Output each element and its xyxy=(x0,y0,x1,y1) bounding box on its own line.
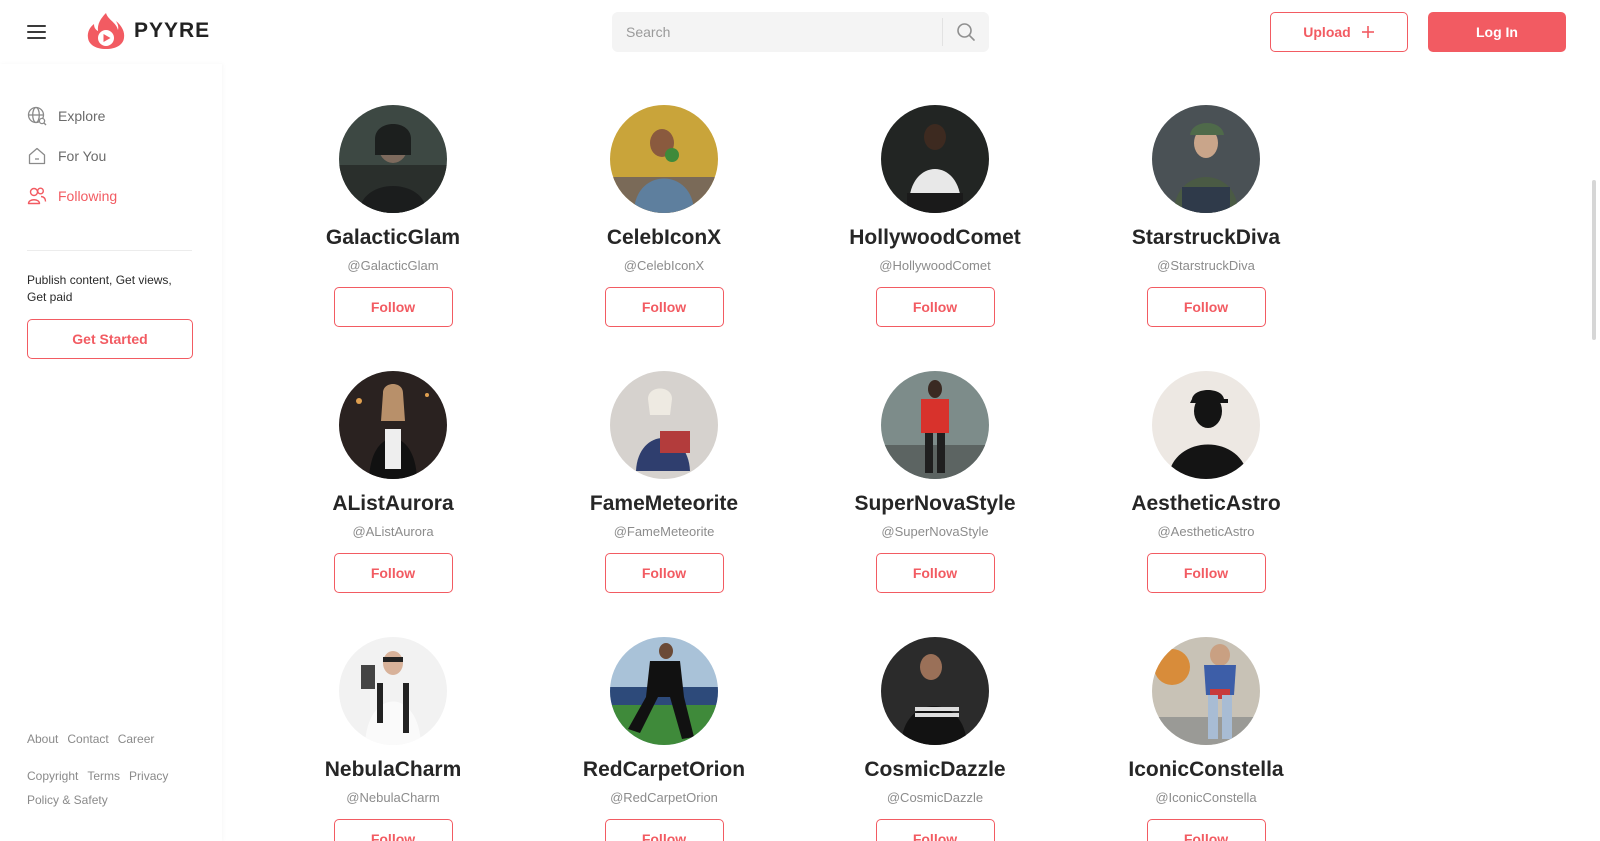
creator-card: AestheticAstro @AestheticAstro Follow xyxy=(1091,371,1321,593)
avatar[interactable] xyxy=(339,371,447,479)
avatar[interactable] xyxy=(881,105,989,213)
avatar[interactable] xyxy=(610,105,718,213)
top-header: PYYRE Upload Log In xyxy=(0,0,1600,64)
creator-handle: @StarstruckDiva xyxy=(1157,258,1255,273)
creator-name[interactable]: AestheticAstro xyxy=(1091,491,1321,517)
search-input[interactable] xyxy=(612,12,942,52)
avatar[interactable] xyxy=(1152,637,1260,745)
creator-card: CelebIconX @CelebIconX Follow xyxy=(549,105,779,327)
sidebar-item-following[interactable]: Following xyxy=(27,186,117,206)
creator-name[interactable]: CosmicDazzle xyxy=(820,757,1050,783)
globe-icon xyxy=(27,106,47,126)
creator-card: AListAurora @AListAurora Follow xyxy=(278,371,508,593)
creator-handle: @RedCarpetOrion xyxy=(610,790,718,805)
creator-name[interactable]: StarstruckDiva xyxy=(1091,225,1321,251)
creator-name[interactable]: RedCarpetOrion xyxy=(549,757,779,783)
follow-button[interactable]: Follow xyxy=(604,553,724,593)
creator-card: RedCarpetOrion @RedCarpetOrion Follow xyxy=(549,637,779,841)
creator-name[interactable]: HollywoodComet xyxy=(820,225,1050,251)
follow-button[interactable]: Follow xyxy=(875,553,995,593)
creator-name[interactable]: FameMeteorite xyxy=(549,491,779,517)
sidebar-item-explore[interactable]: Explore xyxy=(27,106,105,126)
creator-handle: @AestheticAstro xyxy=(1157,524,1255,539)
sidebar-item-label: Following xyxy=(58,188,118,204)
creator-handle: @CosmicDazzle xyxy=(886,790,984,805)
follow-button[interactable]: Follow xyxy=(1146,553,1266,593)
footer-link-contact[interactable]: Contact xyxy=(67,732,108,746)
promo-text: Publish content, Get views, Get paid xyxy=(27,273,172,304)
upload-label: Upload xyxy=(1303,24,1351,40)
footer-links-row2: Copyright Terms Privacy xyxy=(27,769,168,783)
creator-name[interactable]: SuperNovaStyle xyxy=(820,491,1050,517)
creator-name[interactable]: CelebIconX xyxy=(549,225,779,251)
avatar[interactable] xyxy=(881,371,989,479)
creator-handle: @HollywoodComet xyxy=(879,258,991,273)
creator-card: HollywoodComet @HollywoodComet Follow xyxy=(820,105,1050,327)
creator-name[interactable]: AListAurora xyxy=(278,491,508,517)
creator-handle: @SuperNovaStyle xyxy=(881,524,989,539)
search-button[interactable] xyxy=(943,12,989,52)
avatar[interactable] xyxy=(339,637,447,745)
follow-button[interactable]: Follow xyxy=(1146,819,1266,841)
users-icon xyxy=(27,187,47,205)
creator-card: FameMeteorite @FameMeteorite Follow xyxy=(549,371,779,593)
creator-card: CosmicDazzle @CosmicDazzle Follow xyxy=(820,637,1050,841)
creator-handle: @IconicConstella xyxy=(1155,790,1257,805)
menu-icon[interactable] xyxy=(27,25,46,39)
home-icon xyxy=(28,147,46,165)
flame-logo-icon xyxy=(87,13,125,49)
creator-handle: @NebulaCharm xyxy=(346,790,440,805)
footer-links-row3: Policy & Safety xyxy=(27,793,108,807)
avatar[interactable] xyxy=(610,371,718,479)
footer-link-career[interactable]: Career xyxy=(118,732,155,746)
brand-name: PYYRE xyxy=(134,19,211,42)
follow-button[interactable]: Follow xyxy=(604,819,724,841)
creator-handle: @AListAurora xyxy=(352,524,434,539)
avatar[interactable] xyxy=(881,637,989,745)
follow-button[interactable]: Follow xyxy=(1146,287,1266,327)
follow-button[interactable]: Follow xyxy=(875,287,995,327)
footer-link-terms[interactable]: Terms xyxy=(87,769,120,783)
search-icon xyxy=(957,23,975,41)
plus-icon xyxy=(1361,26,1374,38)
creator-handle: @GalacticGlam xyxy=(347,258,439,273)
follow-button[interactable]: Follow xyxy=(333,819,453,841)
avatar[interactable] xyxy=(610,637,718,745)
footer-link-copyright[interactable]: Copyright xyxy=(27,769,78,783)
follow-button[interactable]: Follow xyxy=(875,819,995,841)
creator-handle: @CelebIconX xyxy=(623,258,705,273)
footer-links-row1: About Contact Career xyxy=(27,732,154,746)
login-button[interactable]: Log In xyxy=(1428,12,1566,52)
creator-name[interactable]: GalacticGlam xyxy=(278,225,508,251)
creator-grid: GalacticGlam @GalacticGlam Follow CelebI… xyxy=(222,64,1600,841)
sidebar-item-for-you[interactable]: For You xyxy=(27,146,106,166)
creator-card: NebulaCharm @NebulaCharm Follow xyxy=(278,637,508,841)
sidebar: Explore For You Following Publish conten… xyxy=(0,64,222,841)
brand-logo[interactable]: PYYRE xyxy=(86,12,210,50)
footer-link-privacy[interactable]: Privacy xyxy=(129,769,168,783)
creator-card: SuperNovaStyle @SuperNovaStyle Follow xyxy=(820,371,1050,593)
upload-button[interactable]: Upload xyxy=(1270,12,1408,52)
follow-button[interactable]: Follow xyxy=(333,553,453,593)
footer-link-policy-safety[interactable]: Policy & Safety xyxy=(27,793,108,807)
follow-button[interactable]: Follow xyxy=(604,287,724,327)
creator-card: StarstruckDiva @StarstruckDiva Follow xyxy=(1091,105,1321,327)
avatar[interactable] xyxy=(1152,371,1260,479)
sidebar-divider xyxy=(27,250,192,251)
creator-card: IconicConstella @IconicConstella Follow xyxy=(1091,637,1321,841)
creator-name[interactable]: NebulaCharm xyxy=(278,757,508,783)
get-started-button[interactable]: Get Started xyxy=(27,319,193,359)
creator-card: GalacticGlam @GalacticGlam Follow xyxy=(278,105,508,327)
search-bar xyxy=(612,12,989,52)
sidebar-item-label: Explore xyxy=(58,108,106,124)
footer-link-about[interactable]: About xyxy=(27,732,58,746)
sidebar-item-label: For You xyxy=(58,148,107,164)
scrollbar-thumb[interactable] xyxy=(1592,180,1596,340)
follow-button[interactable]: Follow xyxy=(333,287,453,327)
creator-handle: @FameMeteorite xyxy=(613,524,715,539)
avatar[interactable] xyxy=(339,105,447,213)
avatar[interactable] xyxy=(1152,105,1260,213)
creator-name[interactable]: IconicConstella xyxy=(1091,757,1321,783)
